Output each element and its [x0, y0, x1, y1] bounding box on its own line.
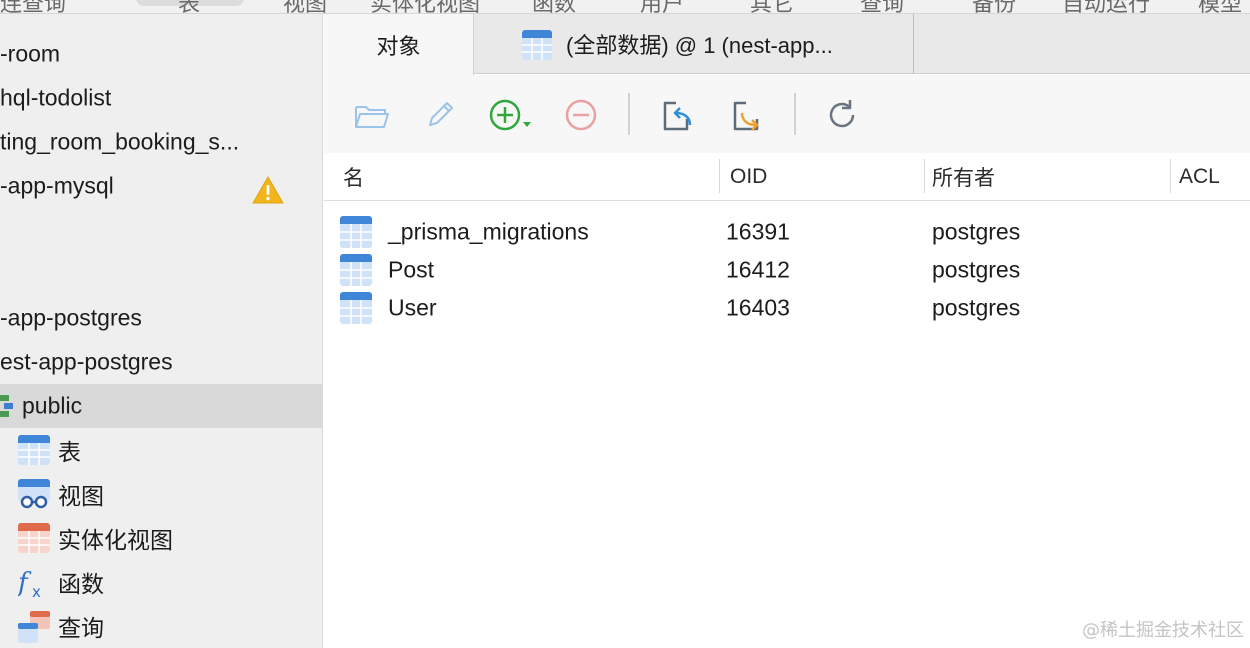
import-icon: [663, 101, 692, 131]
warning-icon: [252, 176, 284, 204]
edit-table-icon: [429, 102, 453, 126]
oid-cell: 16403: [726, 294, 790, 321]
column-divider[interactable]: [1170, 159, 1171, 193]
refresh-icon: [829, 100, 855, 128]
view-icon: [18, 479, 50, 509]
owner-cell: postgres: [932, 218, 1021, 245]
import-button[interactable]: [656, 95, 696, 135]
sidebar-item-label: -app-mysql: [0, 172, 114, 199]
sidebar-item-label: est-app-postgres: [0, 348, 173, 375]
menubar-item-tables[interactable]: 表: [178, 0, 200, 13]
sidebar-item-tables[interactable]: 表: [0, 428, 322, 472]
sidebar-item-app-postgres[interactable]: -app-postgres: [0, 296, 322, 340]
menubar-item-other[interactable]: 其它: [750, 0, 794, 13]
svg-text:f: f: [18, 568, 32, 598]
function-icon: f x: [18, 568, 41, 599]
toolbar-separator: [794, 93, 796, 135]
toolbar-separator: [628, 93, 630, 135]
main-panel: 对象 (全部数据) @ 1 (nest-app... 名 OID 所有者 ACL…: [324, 14, 1250, 648]
column-divider[interactable]: [719, 159, 720, 193]
delete-table-icon: [565, 99, 597, 131]
open-table-button[interactable]: [351, 95, 391, 135]
object-list-header: 名 OID 所有者 ACL: [324, 153, 1250, 201]
sidebar-item-queries[interactable]: 查询: [0, 604, 322, 648]
export-button[interactable]: [726, 95, 766, 135]
sidebar-item-room[interactable]: -room: [0, 32, 322, 76]
menubar-item-materialized-views[interactable]: 实体化视图: [370, 0, 480, 13]
column-header-owner[interactable]: 所有者: [932, 153, 995, 201]
menubar-item-views[interactable]: 视图: [283, 0, 327, 13]
tab-label: (全部数据) @ 1 (nest-app...: [566, 33, 833, 58]
refresh-button[interactable]: [822, 95, 862, 135]
owner-cell: postgres: [932, 294, 1021, 321]
export-icon: [733, 101, 759, 131]
oid-cell: 16391: [726, 218, 790, 245]
sidebar-item-label: hql-todolist: [0, 84, 112, 111]
top-menubar: 连查询 表 视图 实体化视图 函数 用户 其它 查询 备份 自动运行 模型: [0, 0, 1250, 14]
owner-cell: postgres: [932, 256, 1021, 283]
svg-text:x: x: [32, 583, 41, 599]
sidebar-item-views[interactable]: 视图: [0, 472, 322, 516]
tab-objects[interactable]: 对象: [324, 14, 474, 75]
table-icon: [18, 435, 50, 465]
materialized-view-icon: [18, 523, 50, 553]
sidebar-item-todolist[interactable]: hql-todolist: [0, 76, 322, 120]
sidebar-item-nest-app-postgres[interactable]: est-app-postgres: [0, 340, 322, 384]
menubar-item-backup[interactable]: 备份: [972, 0, 1016, 13]
column-header-acl[interactable]: ACL: [1179, 153, 1220, 201]
sidebar-item-public-schema[interactable]: public: [0, 384, 322, 428]
sidebar-item-app-mysql[interactable]: -app-mysql: [0, 164, 322, 208]
tab-table-data[interactable]: (全部数据) @ 1 (nest-app...: [474, 14, 914, 74]
table-icon: [340, 216, 372, 248]
connection-sidebar: -room hql-todolist ting_room_booking_s..…: [0, 14, 323, 648]
sidebar-item-materialized-views[interactable]: 实体化视图: [0, 516, 322, 560]
menubar-item-functions[interactable]: 函数: [532, 0, 576, 13]
table-row[interactable]: _prisma_migrations 16391 postgres: [324, 213, 1250, 251]
table-name-cell: User: [388, 294, 437, 321]
menubar-item-users[interactable]: 用户: [640, 0, 684, 13]
table-icon: [340, 254, 372, 286]
menubar-item-queries[interactable]: 连查询: [0, 0, 66, 13]
tab-bar: 对象 (全部数据) @ 1 (nest-app...: [324, 14, 1250, 75]
delete-table-button[interactable]: [561, 95, 601, 135]
menubar-item-query[interactable]: 查询: [860, 0, 904, 13]
tab-label: 对象: [376, 33, 421, 59]
column-header-name[interactable]: 名: [343, 153, 364, 201]
table-name-cell: Post: [388, 256, 435, 283]
open-table-icon: [355, 106, 389, 128]
column-divider[interactable]: [924, 159, 925, 193]
edit-table-button[interactable]: [420, 95, 460, 135]
sidebar-item-label: 函数: [58, 571, 104, 597]
sidebar-item-label: 表: [58, 439, 81, 465]
sidebar-item-label: 视图: [58, 483, 104, 509]
add-table-icon: [489, 99, 531, 131]
sidebar-item-label: -room: [0, 40, 61, 67]
sidebar-item-functions[interactable]: f x 函数: [0, 560, 322, 604]
add-table-button[interactable]: [487, 95, 535, 135]
sidebar-item-label: ting_room_booking_s...: [0, 128, 240, 155]
table-icon: [340, 292, 372, 324]
watermark: @稀土掘金技术社区: [1082, 620, 1244, 641]
table-name-cell: _prisma_migrations: [388, 218, 589, 245]
sidebar-item-label: public: [22, 392, 83, 419]
menubar-item-model[interactable]: 模型: [1198, 0, 1242, 13]
object-toolbar: [324, 75, 1250, 153]
table-row[interactable]: User 16403 postgres: [324, 289, 1250, 327]
oid-cell: 16412: [726, 256, 790, 283]
sidebar-item-label: -app-postgres: [0, 304, 142, 331]
query-icon: [18, 611, 50, 643]
table-icon: [522, 30, 552, 60]
column-header-oid[interactable]: OID: [730, 153, 767, 201]
table-row[interactable]: Post 16412 postgres: [324, 251, 1250, 289]
sidebar-item-label: 查询: [58, 615, 104, 641]
sidebar-item-meeting-room-booking[interactable]: ting_room_booking_s...: [0, 120, 322, 164]
menubar-item-automation[interactable]: 自动运行: [1062, 0, 1150, 13]
sidebar-item-label: 实体化视图: [58, 527, 173, 553]
schema-icon: [0, 395, 13, 417]
